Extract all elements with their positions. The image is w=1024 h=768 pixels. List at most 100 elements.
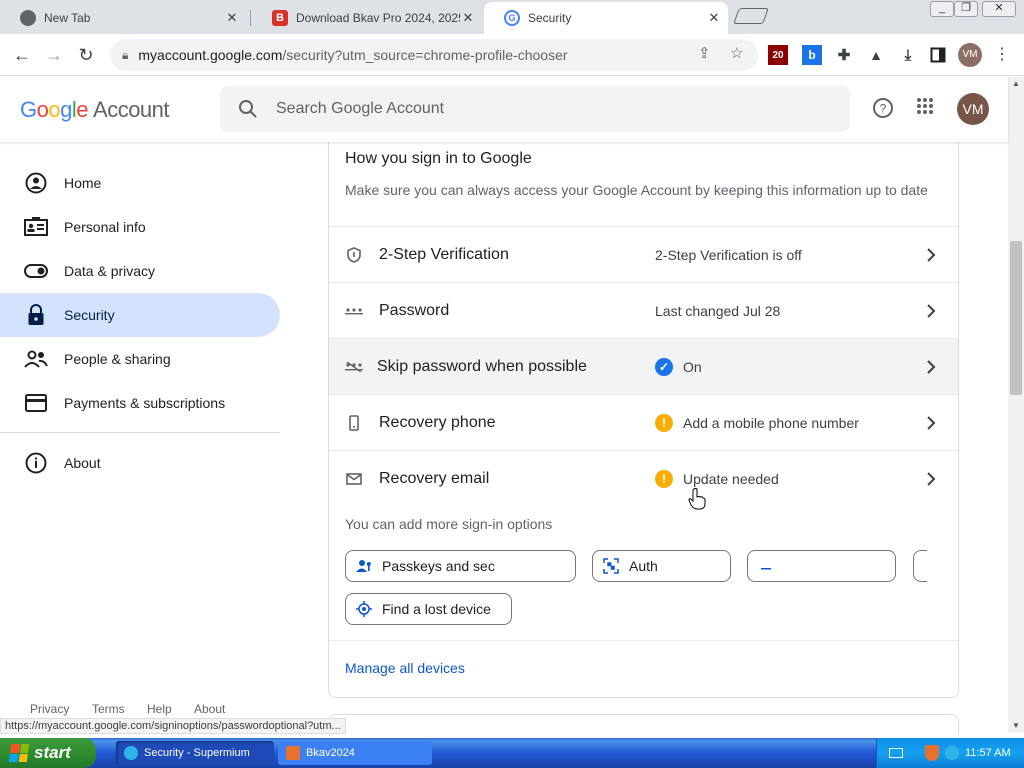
lock-icon — [24, 303, 48, 327]
hand-cursor-icon — [688, 488, 706, 515]
chevron-right-icon — [923, 471, 939, 487]
forward-arrow-icon[interactable]: → — [42, 43, 66, 67]
start-button[interactable]: start — [0, 738, 96, 768]
row-password[interactable]: Password Last changed Jul 28 — [329, 282, 958, 338]
network-tray-icon[interactable] — [945, 746, 959, 760]
help-icon[interactable]: ? — [871, 97, 895, 121]
tab-new-tab[interactable]: New Tab ✕ — [0, 2, 246, 34]
more-options-text: You can add more sign-in options — [345, 516, 553, 532]
address-bar[interactable]: 🔒︎ myaccount.google.com/security?utm_sou… — [110, 39, 758, 71]
sidebar-item-label: Security — [64, 307, 115, 323]
tab-title: New Tab — [44, 11, 91, 25]
mail-icon — [345, 470, 363, 488]
chevron-right-icon — [923, 247, 939, 263]
download-icon[interactable]: ⤓ — [898, 45, 918, 65]
tab-title: Download Bkav Pro 2024, 2025 Offl — [296, 11, 460, 25]
bkav-tray-icon[interactable] — [925, 745, 939, 761]
star-icon[interactable]: ☆ — [730, 44, 743, 62]
sidebar-nav: Home Personal info Data & privacy Securi… — [0, 142, 300, 732]
signin-card: How you sign in to Google Make sure you … — [328, 142, 959, 698]
row-label: 2-Step Verification — [379, 245, 509, 263]
account-avatar[interactable]: VM — [957, 93, 989, 125]
reload-icon[interactable]: ↻ — [74, 43, 98, 67]
lock-icon[interactable]: 🔒︎ — [122, 48, 128, 63]
scrollbar-thumb[interactable] — [1010, 241, 1022, 395]
taskbar-item-label: Bkav2024 — [306, 747, 355, 759]
row-recovery-phone[interactable]: Recovery phone ! Add a mobile phone numb… — [329, 394, 958, 450]
overflow-chip[interactable] — [913, 550, 927, 582]
chip-icon — [758, 558, 774, 574]
passkeys-chip[interactable]: Passkeys and sec — [345, 550, 576, 582]
footer-about-link[interactable]: About — [194, 702, 225, 716]
back-arrow-icon[interactable]: ← — [10, 43, 34, 67]
row-value-text: Add a mobile phone number — [683, 414, 859, 431]
chevron-right-icon — [923, 415, 939, 431]
calendar-extension-icon[interactable]: 20 — [768, 45, 788, 65]
tab-security[interactable]: G Security ✕ — [484, 2, 728, 34]
url-path: /security?utm_source=chrome-profile-choo… — [282, 47, 568, 63]
sidebar-item-people-sharing[interactable]: People & sharing — [0, 337, 280, 381]
footer-privacy-link[interactable]: Privacy — [30, 702, 69, 716]
row-value-text: On — [683, 358, 702, 375]
scroll-up-arrow-icon[interactable]: ▲ — [1012, 79, 1020, 88]
find-lost-device-chip[interactable]: Find a lost device — [345, 593, 512, 625]
authenticator-chip[interactable]: Auth — [592, 550, 731, 582]
bkav-shield-icon — [286, 746, 300, 760]
new-tab-button[interactable] — [733, 8, 769, 24]
close-icon[interactable]: ✕ — [706, 10, 722, 26]
row-recovery-email[interactable]: Recovery email ! Update needed — [329, 450, 958, 506]
close-icon[interactable]: ✕ — [224, 10, 240, 26]
google-account-logo[interactable]: Google Account — [20, 97, 170, 123]
side-panel-icon[interactable] — [928, 45, 948, 65]
puzzle-extensions-icon[interactable]: ✚ — [834, 45, 854, 65]
bitwarden-extension-icon[interactable]: b — [802, 45, 822, 65]
check-circle-icon: ✓ — [655, 357, 673, 376]
search-icon[interactable] — [238, 99, 258, 119]
sidebar-item-personal-info[interactable]: Personal info — [0, 205, 280, 249]
maximize-button[interactable]: ❐ — [954, 1, 978, 17]
account-header: GoogleAccount ? VM — [0, 77, 1008, 142]
personal-info-icon — [24, 215, 48, 239]
warning-icon: ! — [655, 413, 673, 432]
warning-icon: ! — [655, 469, 673, 488]
chip-label: Find a lost device — [382, 601, 491, 617]
windows-flag-icon — [8, 744, 30, 762]
sidebar-item-security[interactable]: Security — [0, 293, 280, 337]
close-icon[interactable]: ✕ — [460, 10, 476, 26]
row-label: Skip password when possible — [377, 357, 587, 375]
chevron-right-icon — [923, 359, 939, 375]
row-label: Password — [379, 301, 450, 319]
sidebar-item-about[interactable]: About — [0, 441, 280, 485]
account-label: Account — [93, 97, 170, 122]
sidebar-item-data-privacy[interactable]: Data & privacy — [0, 249, 280, 293]
window-close-button[interactable]: ✕ — [982, 1, 1016, 17]
taskbar-item-supermium[interactable]: Security - Supermium — [116, 741, 274, 765]
link-status-bubble: https://myaccount.google.com/signinoptio… — [0, 718, 346, 734]
sidebar-item-label: Data & privacy — [64, 263, 156, 279]
minimize-button[interactable]: _ — [930, 1, 954, 17]
taskbar-item-bkav[interactable]: Bkav2024 — [278, 741, 432, 765]
sidebar-item-label: Home — [64, 175, 102, 191]
row-skip-password[interactable]: Skip password when possible ✓ On — [329, 338, 958, 394]
tab-bkav[interactable]: B Download Bkav Pro 2024, 2025 Offl ✕ — [252, 2, 482, 34]
scroll-down-arrow-icon[interactable]: ▼ — [1012, 721, 1020, 730]
sidebar-item-payments[interactable]: Payments & subscriptions — [0, 381, 280, 425]
row-2-step-verification[interactable]: 2-Step Verification 2-Step Verification … — [329, 226, 958, 282]
sign-in-option-chip[interactable] — [747, 550, 896, 582]
windows-taskbar: start Security - Supermium Bkav2024 11:5… — [0, 738, 1024, 768]
labs-flask-icon[interactable]: ▲ — [866, 45, 886, 65]
share-icon[interactable]: ⇪ — [698, 44, 711, 62]
row-label: Recovery email — [379, 469, 490, 487]
sidebar-item-home[interactable]: Home — [0, 161, 280, 205]
profile-avatar[interactable]: VM — [958, 43, 982, 67]
page-scrollbar[interactable]: ▲ ▼ — [1008, 77, 1024, 733]
footer-terms-link[interactable]: Terms — [92, 702, 125, 716]
manage-all-devices-link[interactable]: Manage all devices — [345, 660, 465, 676]
search-input[interactable] — [276, 100, 776, 118]
next-card-edge — [328, 714, 959, 734]
footer-help-link[interactable]: Help — [147, 702, 172, 716]
menu-kebab-icon[interactable]: ⋮ — [990, 43, 1014, 67]
search-box[interactable] — [220, 86, 850, 132]
apps-grid-icon[interactable] — [913, 97, 937, 121]
keyboard-icon[interactable] — [889, 748, 903, 758]
